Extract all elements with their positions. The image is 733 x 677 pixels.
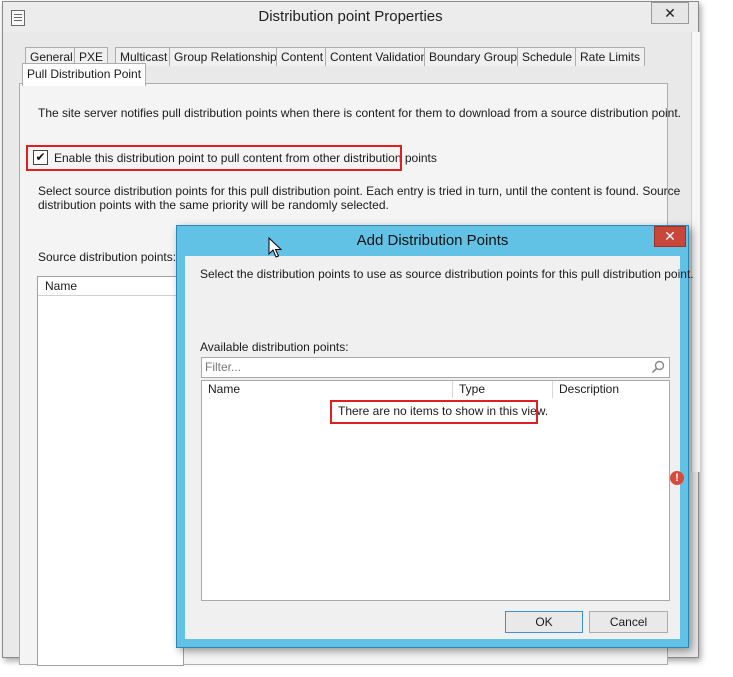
ok-button[interactable]: OK: [505, 611, 583, 633]
tab-content[interactable]: Content: [276, 47, 329, 66]
tab-boundary-groups[interactable]: Boundary Groups: [424, 47, 529, 66]
title-bar[interactable]: Distribution point Properties: [3, 2, 698, 32]
close-button[interactable]: ✕: [651, 2, 689, 24]
column-header-description[interactable]: Description: [553, 381, 669, 398]
mouse-pointer-icon: [268, 237, 283, 258]
source-dp-list[interactable]: Name: [37, 276, 184, 666]
tab-schedule[interactable]: Schedule: [517, 47, 578, 66]
tab-group-relationships[interactable]: Group Relationships: [169, 47, 288, 66]
dialog-instruction: Select the distribution points to use as…: [200, 267, 694, 281]
search-icon[interactable]: [651, 360, 665, 374]
select-text-line1: Select source distribution points for th…: [38, 184, 681, 198]
column-header-name[interactable]: Name: [202, 381, 453, 398]
column-header-type[interactable]: Type: [453, 381, 553, 398]
filter-box: [201, 357, 670, 378]
window-title: Distribution point Properties: [258, 8, 443, 25]
filter-input[interactable]: [205, 359, 635, 375]
tab-pull-distribution-point[interactable]: Pull Distribution Point: [22, 63, 147, 86]
source-dp-label: Source distribution points:: [38, 250, 177, 264]
select-text-line2: distribution points with the same priori…: [38, 198, 389, 212]
intro-text: The site server notifies pull distributi…: [38, 106, 682, 120]
list-header: Name: [38, 277, 183, 296]
highlight-box: [330, 400, 538, 424]
tab-rate-limits[interactable]: Rate Limits: [575, 47, 646, 66]
tab-content-validation[interactable]: Content Validation: [325, 47, 433, 66]
highlight-box: [26, 145, 402, 171]
available-dp-label: Available distribution points:: [200, 340, 349, 354]
dialog-close-button[interactable]: ✕: [654, 226, 686, 247]
close-icon: ✕: [664, 5, 676, 21]
dialog-title: Add Distribution Points: [356, 232, 509, 249]
cancel-button[interactable]: Cancel: [589, 611, 668, 633]
close-icon: ✕: [664, 228, 676, 244]
error-icon: !: [670, 471, 684, 485]
background-window-edge: [691, 32, 700, 472]
column-header-name[interactable]: Name: [45, 279, 77, 293]
